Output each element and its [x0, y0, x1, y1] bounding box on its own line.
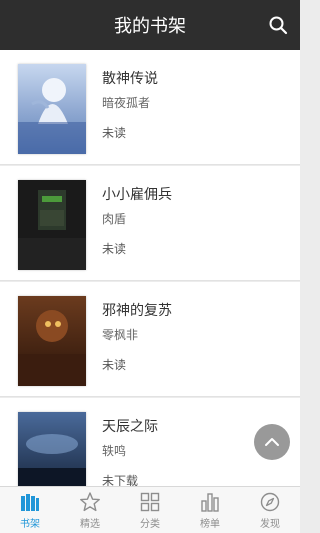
- star-icon: [80, 491, 100, 511]
- bookshelf-list[interactable]: 散神传说 暗夜孤者 未读 小小雇佣兵 肉盾 未读 邪神的复苏 零枫非 未读 天辰…: [0, 50, 300, 486]
- book-title: 散神传说: [102, 71, 158, 87]
- tab-label: 书架: [20, 518, 40, 530]
- search-icon[interactable]: [268, 15, 288, 35]
- book-title: 天辰之际: [102, 419, 158, 435]
- bottom-tab-bar: 书架 精选 分类 榜单 发现: [0, 486, 300, 533]
- tab-label: 榜单: [200, 518, 220, 530]
- book-item[interactable]: 小小雇佣兵 肉盾 未读: [0, 166, 300, 281]
- book-cover: [18, 180, 86, 270]
- tab-featured[interactable]: 精选: [60, 487, 120, 533]
- book-cover: [18, 412, 86, 486]
- book-author: 肉盾: [102, 212, 127, 226]
- book-status: 未读: [102, 126, 127, 140]
- book-status: 未下载: [102, 474, 139, 486]
- chevron-up-icon: [265, 438, 279, 446]
- tab-label: 分类: [140, 518, 160, 530]
- scroll-to-top-button[interactable]: [254, 424, 290, 460]
- bar-chart-icon: [201, 492, 219, 512]
- book-title: 小小雇佣兵: [102, 187, 172, 203]
- book-title: 邪神的复苏: [102, 303, 172, 319]
- tab-discover[interactable]: 发现: [240, 487, 300, 533]
- tab-label: 发现: [260, 518, 280, 530]
- top-bar: 我的书架: [0, 0, 300, 50]
- compass-icon: [260, 492, 280, 511]
- book-item[interactable]: 邪神的复苏 零枫非 未读: [0, 282, 300, 397]
- book-status: 未读: [102, 358, 127, 372]
- tab-rankings[interactable]: 榜单: [180, 487, 240, 533]
- book-cover: [18, 64, 86, 154]
- tab-bookshelf[interactable]: 书架: [0, 487, 60, 533]
- tab-label: 精选: [80, 518, 100, 530]
- bookshelf-icon: [21, 493, 39, 511]
- book-author: 轶鸣: [102, 444, 127, 458]
- book-cover: [18, 296, 86, 386]
- book-status: 未读: [102, 242, 127, 256]
- book-item[interactable]: 散神传说 暗夜孤者 未读: [0, 50, 300, 165]
- page-title: 我的书架: [114, 16, 186, 37]
- book-author: 暗夜孤者: [102, 96, 151, 110]
- grid-icon: [140, 492, 160, 511]
- book-author: 零枫非: [102, 328, 139, 342]
- tab-categories[interactable]: 分类: [120, 487, 180, 533]
